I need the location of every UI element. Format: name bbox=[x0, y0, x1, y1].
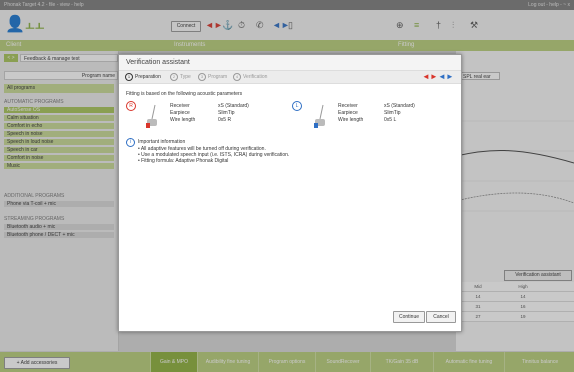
step-preparation[interactable]: 1 Preparation bbox=[125, 71, 161, 83]
info-title: Important information bbox=[138, 139, 186, 145]
intro-text: Fitting is based on the following acoust… bbox=[126, 91, 243, 97]
left-ear-marker: L bbox=[292, 101, 302, 111]
step-program[interactable]: 3 Program bbox=[198, 71, 227, 83]
step-type[interactable]: 2 Type bbox=[170, 71, 191, 83]
receiver-device-icon bbox=[146, 104, 157, 128]
wizard-steps: 1 Preparation 2 Type 3 Program 4 Verificatio… bbox=[119, 70, 461, 84]
step-verification[interactable]: 4 Verification bbox=[233, 71, 267, 83]
verification-assistant-dialog: Verification assistant 1 Preparation 2 Typ… bbox=[118, 54, 462, 332]
dialog-title: Verification assistant bbox=[119, 55, 461, 70]
receiver-device-icon bbox=[314, 104, 325, 128]
left-hearing-aid-icon: ◄► bbox=[438, 72, 454, 81]
info-line: • Fitting formula: Adaptive Phonak Digit… bbox=[138, 158, 229, 164]
right-hearing-aid-icon: ◄► bbox=[422, 72, 438, 81]
continue-button[interactable]: Continue bbox=[393, 311, 425, 323]
right-ear-marker: R bbox=[126, 101, 136, 111]
info-icon: i bbox=[126, 138, 135, 147]
cancel-button[interactable]: Cancel bbox=[426, 311, 456, 323]
